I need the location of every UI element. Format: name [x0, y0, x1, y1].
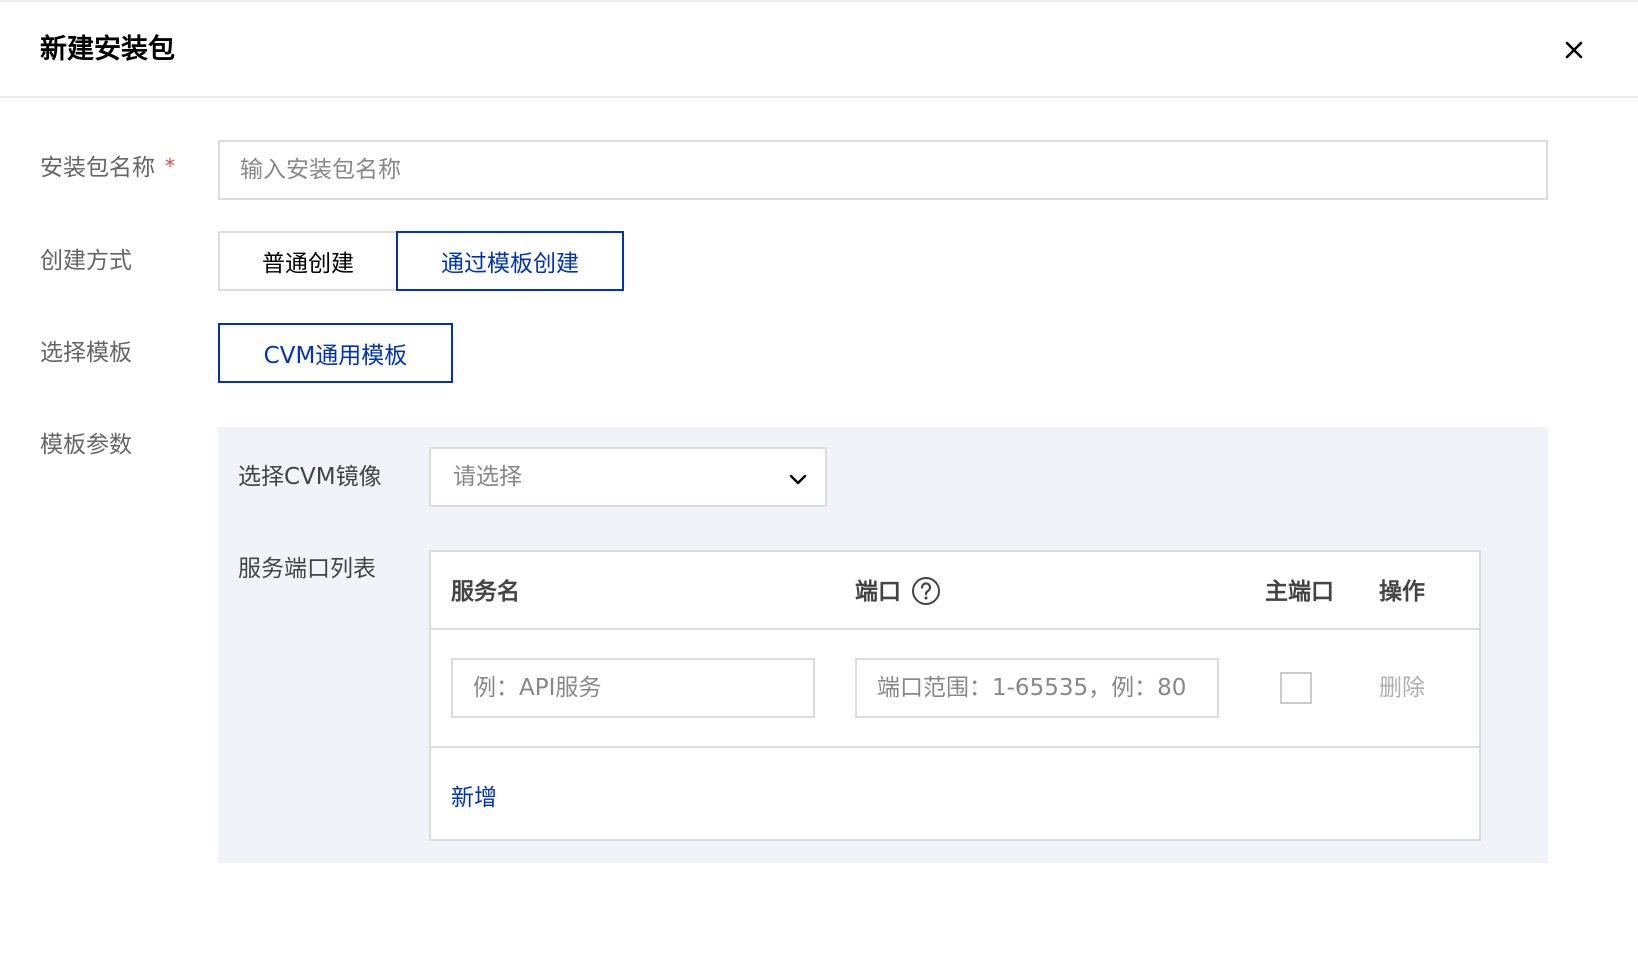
header-divider [431, 628, 1479, 630]
column-header-port: 端口 [855, 579, 901, 605]
service-name-input[interactable] [451, 658, 815, 718]
template-params-label: 模板参数 [40, 432, 132, 458]
template-cvm-button[interactable]: CVM通用模板 [218, 323, 453, 383]
primary-port-checkbox[interactable] [1280, 672, 1312, 704]
create-mode-label: 创建方式 [40, 248, 132, 274]
package-name-label-text: 安装包名称 [40, 155, 155, 181]
column-header-actions: 操作 [1379, 579, 1425, 605]
column-header-primary-port: 主端口 [1265, 579, 1334, 605]
delete-row-link[interactable]: 删除 [1379, 672, 1425, 704]
service-ports-table: 服务名 端口 主端口 操作 删除 新增 [429, 550, 1481, 841]
package-name-input[interactable] [218, 140, 1548, 200]
row-divider [431, 746, 1479, 748]
new-package-dialog: 新建安装包 安装包名称 * 创建方式 普通创建 通过模板创建 选择模板 CVM通用… [0, 0, 1638, 958]
create-mode-normal-button[interactable]: 普通创建 [218, 231, 398, 291]
package-name-label: 安装包名称 * [40, 152, 175, 184]
column-header-service-name: 服务名 [451, 579, 520, 605]
create-mode-template-button[interactable]: 通过模板创建 [396, 231, 624, 291]
chevron-down-icon [789, 474, 807, 485]
cvm-image-label: 选择CVM镜像 [238, 464, 382, 490]
close-button[interactable] [1556, 32, 1592, 68]
dialog-header: 新建安装包 [0, 2, 1638, 98]
template-label: 选择模板 [40, 340, 132, 366]
close-icon [1565, 41, 1583, 59]
add-port-link[interactable]: 新增 [451, 782, 497, 814]
port-input[interactable] [855, 658, 1219, 718]
cvm-image-select-value: 请选择 [453, 464, 522, 490]
template-params-panel: 选择CVM镜像 请选择 服务端口列表 服务名 端口 主端口 操作 删 [218, 427, 1548, 863]
service-ports-label: 服务端口列表 [238, 556, 376, 582]
required-mark: * [165, 154, 175, 178]
help-circle-icon[interactable] [911, 576, 941, 606]
dialog-title: 新建安装包 [40, 34, 175, 65]
cvm-image-select[interactable]: 请选择 [429, 447, 827, 507]
